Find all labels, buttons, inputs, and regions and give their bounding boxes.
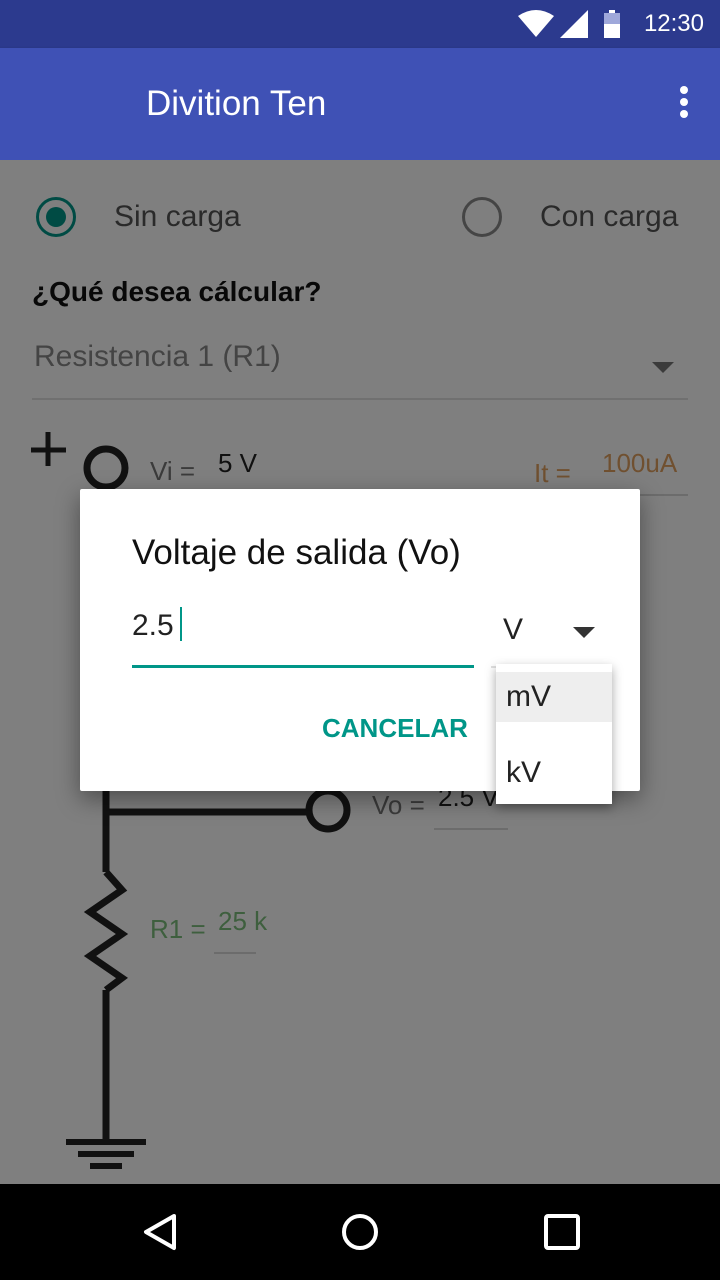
back-icon[interactable] <box>140 1212 180 1252</box>
dialog-title: Voltaje de salida (Vo) <box>132 533 461 572</box>
dropdown-arrow-icon[interactable] <box>573 627 595 638</box>
wifi-icon <box>518 10 554 37</box>
signal-icon <box>560 10 588 38</box>
status-bar: 12:30 <box>0 0 720 48</box>
unit-option-kv[interactable]: kV <box>496 748 612 798</box>
unit-option-mv[interactable]: mV <box>496 672 612 722</box>
vo-input[interactable]: 2.5 <box>132 607 474 667</box>
unit-select[interactable]: V <box>491 607 599 665</box>
nav-bar <box>0 1184 720 1280</box>
cancel-button[interactable]: CANCELAR <box>312 707 478 750</box>
battery-icon <box>604 10 620 38</box>
app-bar: Divition Ten <box>0 48 720 160</box>
home-icon[interactable] <box>340 1212 380 1252</box>
vo-input-underline <box>132 665 474 668</box>
unit-dropdown-menu: mV kV <box>496 664 612 804</box>
recents-icon[interactable] <box>542 1212 582 1252</box>
vo-input-value: 2.5 <box>132 609 174 642</box>
unit-select-value: V <box>503 613 524 646</box>
text-cursor <box>179 607 182 641</box>
more-vert-icon[interactable] <box>676 86 692 126</box>
status-time: 12:30 <box>643 10 704 37</box>
app-title: Divition Ten <box>146 84 327 123</box>
